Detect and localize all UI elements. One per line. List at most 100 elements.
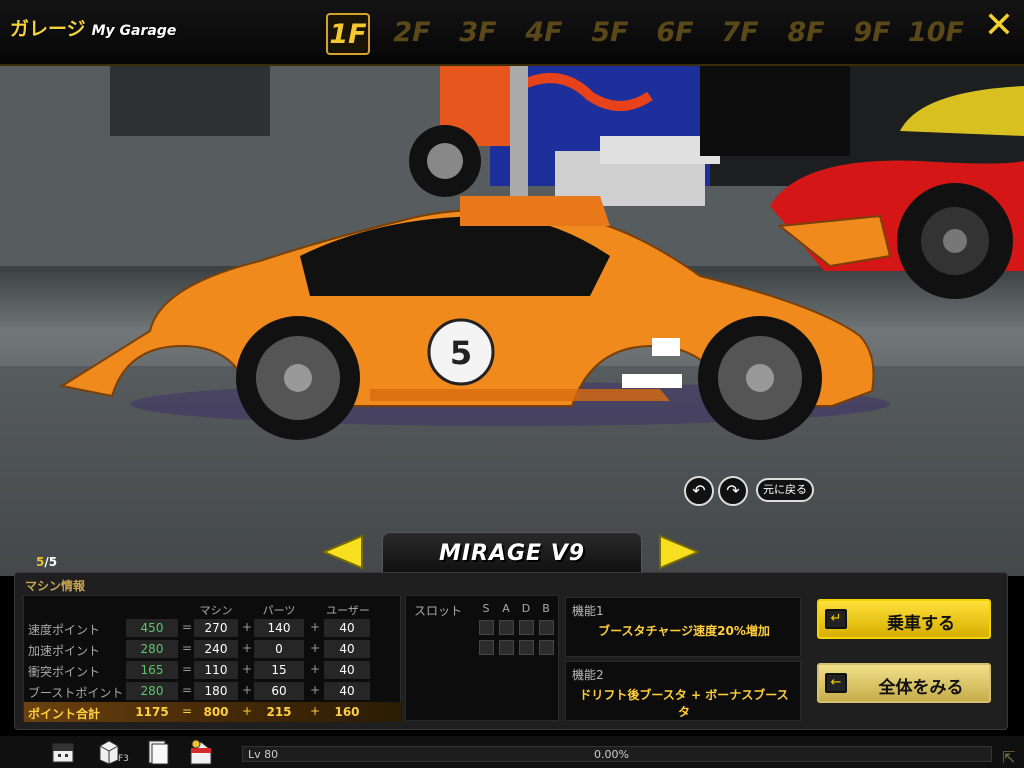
garage-scene[interactable]: 5 ↶ ↷ 元に戻る (0, 66, 1024, 576)
function-1-box: 機能1 ブースタチャージ速度20%増加 (565, 597, 801, 657)
rotate-right-icon: ↷ (726, 481, 740, 500)
car-count: 5/5 (36, 555, 58, 569)
stat-row-speed: 速度ポイント 450 = 270 + 140 + 40 (24, 618, 402, 638)
stat-total: 450 (126, 619, 178, 637)
close-button[interactable]: ✕ (980, 8, 1018, 46)
stat-row-crash: 衝突ポイント 165 = 110 + 15 + 40 (24, 660, 402, 680)
floor-tab-7[interactable]: 7F (718, 13, 762, 55)
slot-a2[interactable] (499, 640, 514, 655)
stat-parts: 140 (254, 619, 304, 637)
floor-tab-8[interactable]: 8F (784, 13, 828, 55)
stat-total: 280 (126, 682, 178, 700)
reset-view-button[interactable]: 元に戻る (756, 478, 814, 502)
plus-sign: + (310, 704, 321, 718)
stat-sum-total: 1175 (135, 705, 169, 719)
back-arrow-icon: ← (825, 673, 847, 693)
machine-info-panel: マシン情報 マシン パーツ ユーザー 速度ポイント 450 = 270 + 14… (14, 572, 1008, 730)
slot-header-a: A (502, 602, 510, 615)
rotate-right-button[interactable]: ↷ (718, 476, 748, 506)
plus-sign: + (310, 620, 321, 634)
stat-row-accel: 加速ポイント 280 = 240 + 0 + 40 (24, 639, 402, 659)
slot-a1[interactable] (499, 620, 514, 635)
stat-machine: 180 (194, 682, 238, 700)
resize-handle-icon[interactable]: ⇱ (1002, 750, 1018, 766)
stat-total: 280 (126, 640, 178, 658)
slot-header-s: S (482, 602, 490, 615)
stat-parts: 15 (254, 661, 304, 679)
header-user: ユーザー (326, 604, 370, 617)
panel-title: マシン情報 (25, 579, 86, 593)
floor-tab-6[interactable]: 6F (653, 13, 697, 55)
slot-d2[interactable] (519, 640, 534, 655)
stat-machine: 270 (194, 619, 238, 637)
plus-sign: + (242, 704, 253, 718)
garage-title: ガレージ My Garage (10, 14, 176, 41)
slot-d1[interactable] (519, 620, 534, 635)
stat-total-label: ポイント合計 (28, 707, 101, 721)
floor-tab-4[interactable]: 4F (522, 13, 566, 55)
rotate-left-icon: ↶ (692, 481, 706, 500)
enter-icon: ↵ (825, 609, 847, 629)
slot-s1[interactable] (479, 620, 494, 635)
stat-label: ブーストポイント (28, 686, 124, 700)
rotate-left-button[interactable]: ↶ (684, 476, 714, 506)
floor-tab-3[interactable]: 3F (456, 13, 500, 55)
view-all-button-label: 全体をみる (878, 678, 964, 698)
stats-table: マシン パーツ ユーザー 速度ポイント 450 = 270 + 140 + 40… (23, 595, 402, 722)
stat-label: 速度ポイント (28, 623, 101, 637)
plus-sign: + (242, 620, 253, 634)
character-icon[interactable] (50, 738, 76, 766)
stat-sum-machine: 800 (203, 705, 229, 719)
f3-hotkey-label: F3 (118, 754, 129, 764)
header-parts: パーツ (262, 604, 296, 617)
bottom-bar: F3 Lv 80 0.00% ⇱ (0, 736, 1024, 768)
scene-illustration: 5 (0, 66, 1024, 576)
next-car-arrow-icon[interactable] (658, 534, 700, 570)
floor-tab-9[interactable]: 9F (850, 13, 894, 55)
ride-button[interactable]: ↵ 乗車する (817, 599, 991, 639)
floor-tab-5[interactable]: 5F (588, 13, 632, 55)
top-bar: ガレージ My Garage 1F 2F 3F 4F 5F 6F 7F 8F 9F… (0, 0, 1024, 66)
plus-sign: + (242, 641, 253, 655)
stat-label: 衝突ポイント (28, 665, 101, 679)
equals-sign: = (182, 620, 193, 634)
stat-user: 40 (324, 661, 370, 679)
garage-title-sub: My Garage (91, 23, 177, 39)
level-label: Lv 80 (248, 748, 279, 761)
stat-sum-parts: 215 (266, 705, 292, 719)
prev-car-arrow-icon[interactable] (322, 534, 364, 570)
stat-total: 165 (126, 661, 178, 679)
stat-parts: 0 (254, 640, 304, 658)
slot-b2[interactable] (539, 640, 554, 655)
view-all-button[interactable]: ← 全体をみる (817, 663, 991, 703)
car-name-box: MIRAGE V9 (382, 532, 642, 574)
plus-sign: + (310, 662, 321, 676)
function-2-title: 機能2 (572, 668, 604, 682)
stat-label: 加速ポイント (28, 644, 101, 658)
function-2-box: 機能2 ドリフト後ブースタ + ボーナスブースタ (565, 661, 801, 721)
stat-user: 40 (324, 619, 370, 637)
stat-row-total: ポイント合計 1175 = 800 + 215 + 160 (24, 702, 402, 722)
plus-sign: + (310, 683, 321, 697)
car-number: 5 (450, 334, 472, 372)
floor-tab-1[interactable]: 1F (326, 13, 370, 55)
exp-percent: 0.00% (594, 748, 629, 761)
floor-tab-2[interactable]: 2F (390, 13, 434, 55)
garage-title-main: ガレージ (10, 18, 86, 40)
notebook-icon[interactable] (144, 738, 170, 766)
slot-header-b: B (542, 602, 550, 615)
function-1-title: 機能1 (572, 604, 604, 618)
stat-row-boost: ブーストポイント 280 = 180 + 60 + 40 (24, 681, 402, 701)
equals-sign: = (182, 704, 193, 718)
plus-sign: + (242, 683, 253, 697)
floor-tab-10[interactable]: 10F (908, 13, 964, 55)
slot-header-d: D (521, 602, 531, 615)
function-2-desc: ドリフト後ブースタ + ボーナスブースタ (579, 688, 789, 719)
shop-icon[interactable] (188, 738, 214, 766)
equals-sign: = (182, 683, 193, 697)
function-1-desc: ブースタチャージ速度20%増加 (598, 624, 770, 638)
close-icon: ✕ (983, 5, 1015, 46)
plus-sign: + (242, 662, 253, 676)
slot-b1[interactable] (539, 620, 554, 635)
slot-s2[interactable] (479, 640, 494, 655)
